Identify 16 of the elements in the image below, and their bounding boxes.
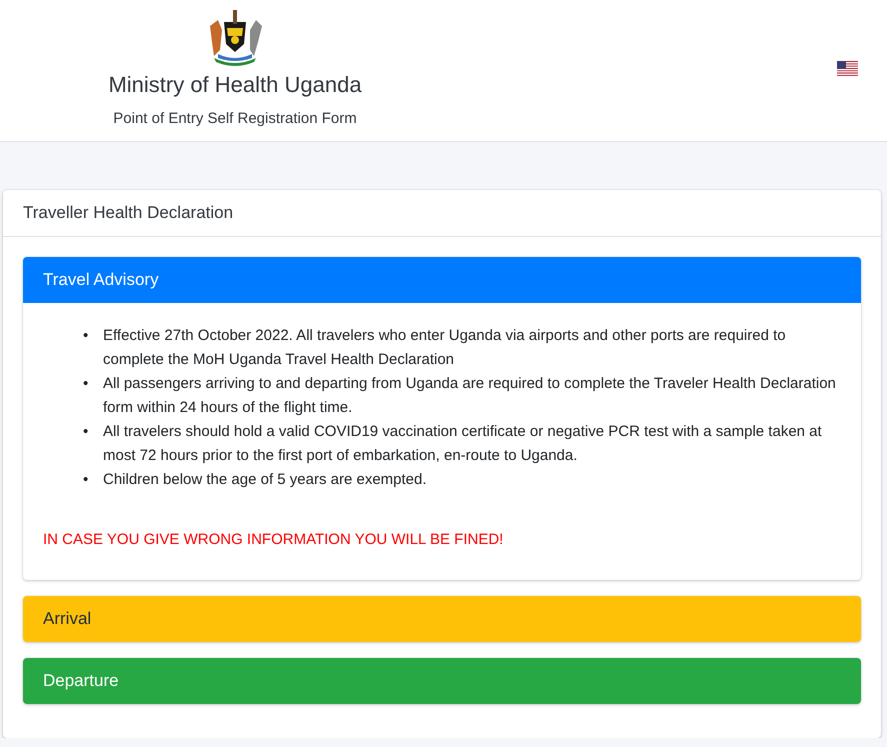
bullet: •: [83, 422, 90, 442]
bullet: •: [83, 470, 90, 490]
bullet: •: [83, 374, 90, 394]
advisory-item: Children below the age of 5 years are exempted.: [103, 470, 427, 490]
bullet: •: [83, 326, 90, 346]
panel-header[interactable]: Arrival: [23, 596, 861, 642]
advisory-item: All travelers should hold a valid COVID19 vaccination certificate or negative PCR test with a sample taken at most 72 hours prior to the first port of embarkation, en-route to Uganda.: [103, 422, 823, 466]
site-title: Ministry of Health Uganda: [108, 72, 362, 98]
panel-header[interactable]: Travel Advisory: [23, 257, 861, 303]
advisory-item: All passengers arriving to and departing from Uganda are required to complete the Traveler Health Declaration form within 24 hours of the flight time.: [103, 374, 837, 418]
site-subtitle: Point of Entry Self Registration Form: [113, 110, 357, 127]
card-title: Traveller Health Declaration: [3, 190, 881, 237]
advisory-item: Effective 27th October 2022. All travelers who enter Uganda via airports and other ports are required to complete the MoH Uganda Travel Health Declaration: [103, 326, 787, 370]
panel-header[interactable]: Departure: [23, 658, 861, 704]
us-flag-icon[interactable]: [837, 61, 858, 77]
warning-text: IN CASE YOU GIVE WRONG INFORMATION YOU WILL BE FINED!: [43, 530, 504, 550]
